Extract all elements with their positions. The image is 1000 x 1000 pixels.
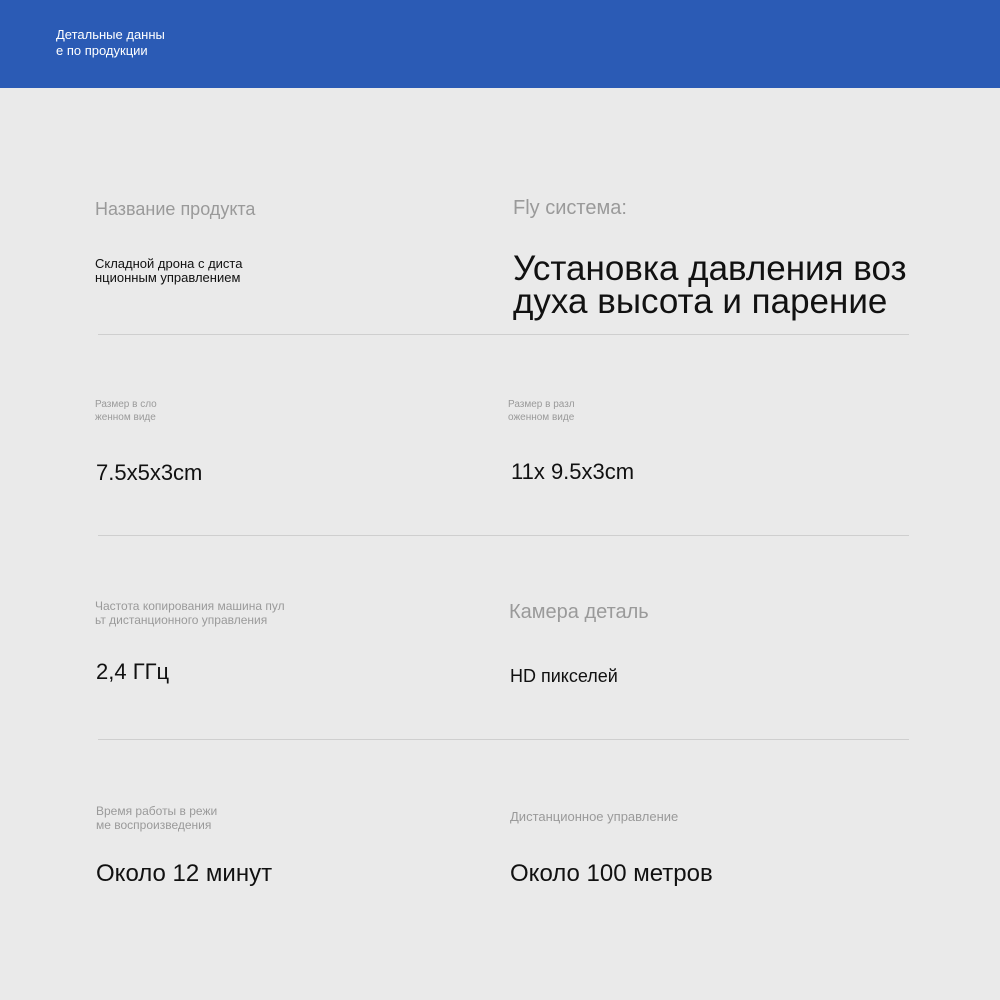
fly-system-label: Fly система:: [513, 197, 627, 219]
divider-3: [98, 739, 909, 740]
product-details-page: Детальные данны е по продукции Название …: [0, 0, 1000, 1000]
product-name-value: Складной дрона с диста нционным управлен…: [95, 256, 243, 285]
product-name-label: Название продукта: [95, 199, 256, 219]
operating-time-value: Около 12 минут: [96, 860, 273, 887]
fly-system-value: Установка давления воз духа высота и пар…: [513, 249, 907, 321]
unfolded-size-value: 11x 9.5x3cm: [511, 459, 635, 484]
camera-detail-value: HD пикселей: [510, 666, 618, 686]
frequency-value: 2,4 ГГц: [96, 659, 170, 684]
camera-detail-label: Камера деталь: [509, 601, 649, 623]
divider-2: [98, 535, 909, 536]
unfolded-size-label: Размер в разл оженном виде: [508, 399, 575, 423]
frequency-label: Частота копирования машина пул ьт дистан…: [95, 599, 285, 627]
folded-size-value: 7.5x5x3cm: [96, 460, 203, 485]
divider-1: [98, 334, 909, 335]
header-bar: Детальные данны е по продукции: [0, 0, 1000, 88]
header-title: Детальные данны е по продукции: [56, 27, 165, 58]
folded-size-label: Размер в сло женном виде: [95, 399, 157, 423]
remote-control-value: Около 100 метров: [510, 860, 713, 887]
remote-control-label: Дистанционное управление: [510, 809, 679, 824]
operating-time-label: Время работы в режи ме воспроизведения: [96, 804, 218, 832]
